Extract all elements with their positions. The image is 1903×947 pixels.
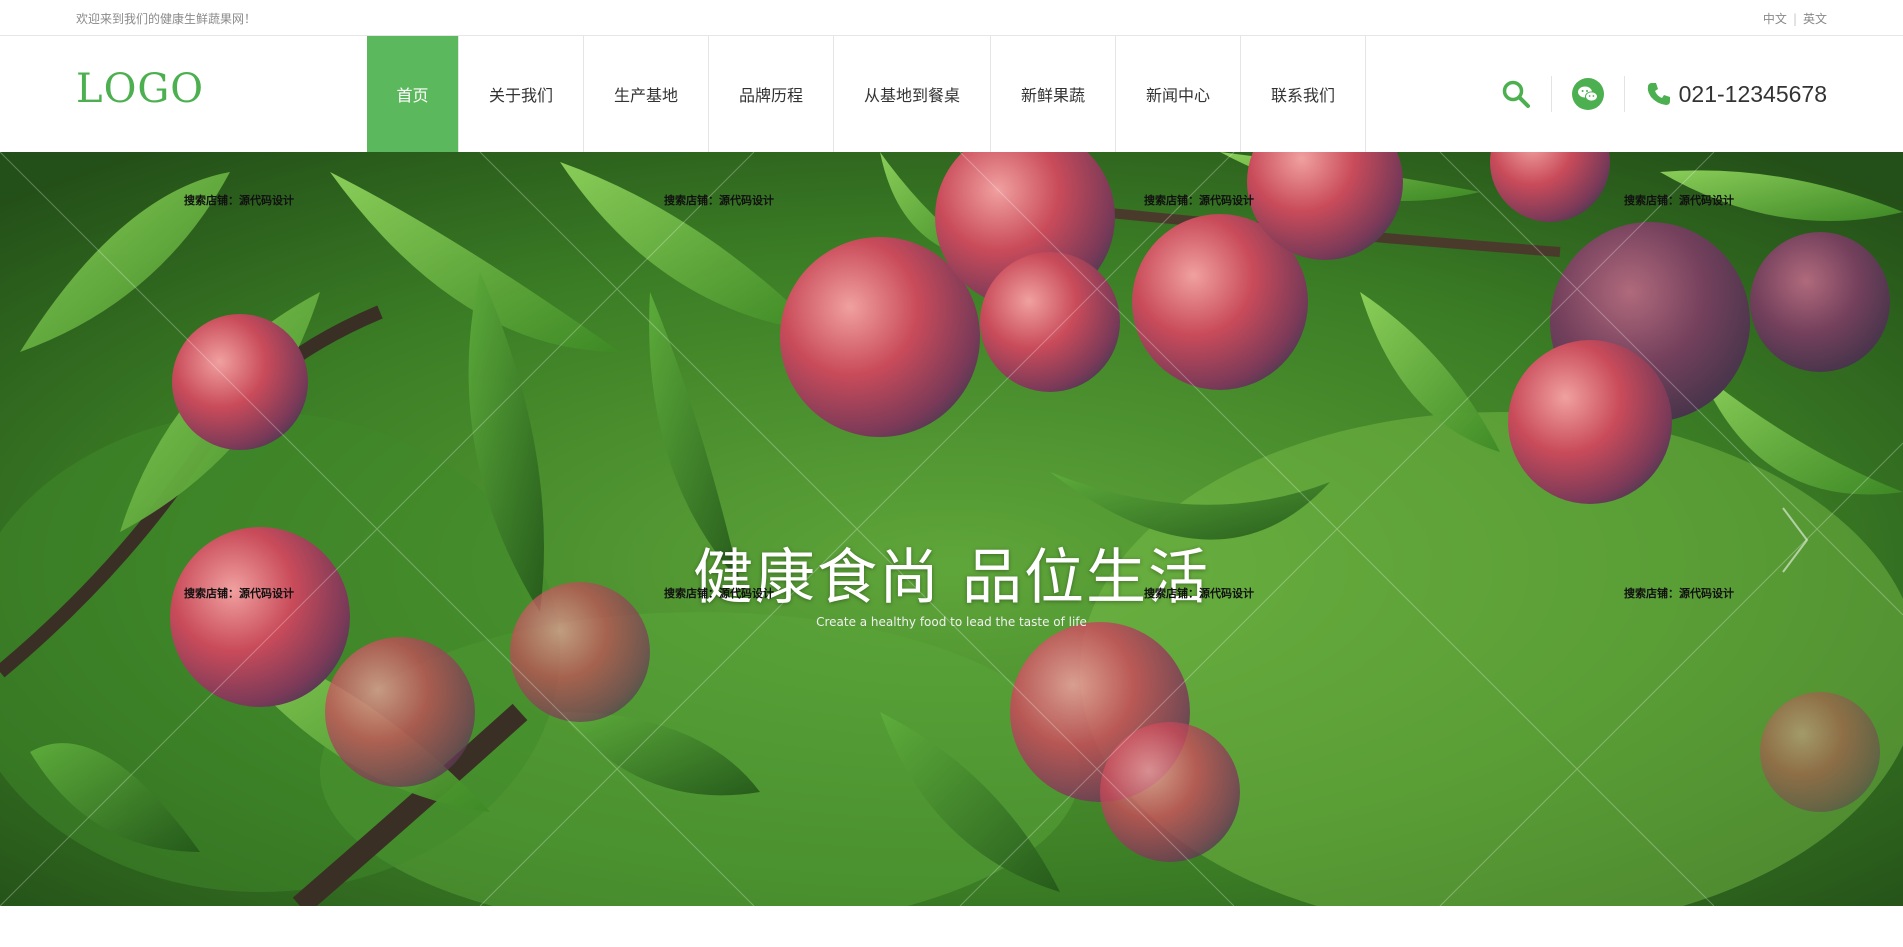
lang-english-link[interactable]: 英文 [1803,10,1827,27]
watermark-text: 搜索店铺：源代码设计 [184,194,294,207]
watermark-text: 搜索店铺：源代码设计 [1144,194,1254,207]
nav-label: 品牌历程 [738,86,803,105]
nav-label: 生产基地 [613,86,678,105]
divider [1623,76,1625,112]
wechat-icon[interactable] [1571,78,1604,110]
nav-label: 新闻中心 [1145,86,1210,105]
nav-item-home[interactable]: 首页 [367,36,459,152]
nav-item-news[interactable]: 新闻中心 [1116,36,1241,152]
nav-label: 从基地到餐桌 [863,86,960,105]
nav-item-contact[interactable]: 联系我们 [1241,36,1366,152]
watermark-text: 搜索店铺：源代码设计 [664,194,774,207]
nav-label: 新鲜果蔬 [1020,86,1085,105]
search-icon[interactable] [1501,79,1531,109]
watermark-text: 搜索店铺：源代码设计 [1624,587,1734,600]
nav-label: 联系我们 [1270,86,1335,105]
site-logo[interactable]: LOGO [76,66,204,112]
hero-banner: 健康食尚 品位生活 Create a healthy food to lead … [0,152,1903,906]
main-nav: 首页 关于我们 生产基地 品牌历程 从基地到餐桌 新鲜果蔬 新闻中心 联系我们 [367,36,1366,152]
welcome-text: 欢迎来到我们的健康生鲜蔬果网！ [76,12,257,26]
divider [1550,76,1552,112]
hero-subtitle: Create a healthy food to lead the taste … [816,615,1087,629]
nav-label: 首页 [396,86,429,105]
watermark-text: 搜索店铺：源代码设计 [1624,194,1734,207]
nav-item-brand-history[interactable]: 品牌历程 [709,36,834,152]
phone-icon [1645,80,1673,108]
nav-label: 关于我们 [488,86,553,105]
lang-chinese-link[interactable]: 中文 [1763,10,1787,27]
nav-item-fresh-produce[interactable]: 新鲜果蔬 [991,36,1116,152]
nav-item-farm-to-table[interactable]: 从基地到餐桌 [834,36,991,152]
nav-item-production-base[interactable]: 生产基地 [584,36,709,152]
phone-contact[interactable]: 021-12345678 [1645,80,1827,108]
nav-item-about[interactable]: 关于我们 [459,36,584,152]
language-switch: 中文 | 英文 [1763,10,1827,27]
watermark-text: 搜索店铺：源代码设计 [664,587,774,600]
site-header: LOGO 首页 关于我们 生产基地 品牌历程 从基地到餐桌 新鲜果蔬 新闻中心 … [0,36,1903,152]
lang-separator: | [1792,11,1797,26]
header-tools: 021-12345678 [1501,36,1827,152]
carousel-next-arrow[interactable] [1775,500,1815,580]
page-bottom-strip [0,906,1903,947]
top-bar: 欢迎来到我们的健康生鲜蔬果网！ 中文 | 英文 [0,0,1903,36]
hero-title: 健康食尚 品位生活 [692,543,1211,613]
phone-number: 021-12345678 [1678,80,1827,107]
watermark-text: 搜索店铺：源代码设计 [184,587,294,600]
watermark-text: 搜索店铺：源代码设计 [1144,587,1254,600]
